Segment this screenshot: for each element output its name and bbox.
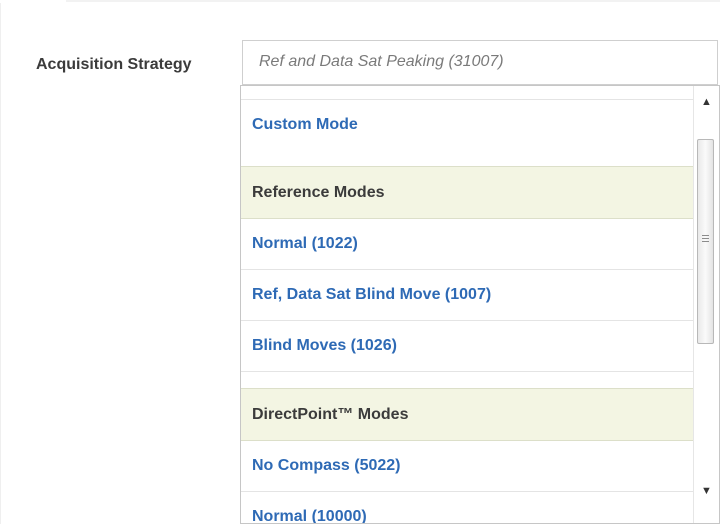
dropdown-list: Custom Mode Reference Modes Normal (1022… [241, 86, 695, 523]
settings-page: Acquisition Strategy Ref and Data Sat Pe… [0, 0, 720, 524]
option-custom-mode[interactable]: Custom Mode [241, 100, 693, 150]
dropdown-scrollbar[interactable]: ▲ ▼ [693, 86, 719, 523]
option-ref-data-sat-blind-move[interactable]: Ref, Data Sat Blind Move (1007) [241, 270, 693, 321]
acquisition-strategy-label: Acquisition Strategy [36, 56, 192, 73]
top-divider [0, 0, 720, 2]
option-normal-10000[interactable]: Normal (10000) [241, 492, 693, 523]
option-normal-1022[interactable]: Normal (1022) [241, 219, 693, 270]
group-header-directpoint-modes: DirectPoint™ Modes [241, 388, 693, 441]
acquisition-strategy-select[interactable]: Ref and Data Sat Peaking (31007) [242, 40, 718, 85]
list-item-clipped[interactable] [241, 86, 693, 100]
group-header-reference-modes: Reference Modes [241, 166, 693, 219]
up-arrow-icon[interactable]: ▲ [694, 92, 719, 112]
acquisition-strategy-dropdown[interactable]: Custom Mode Reference Modes Normal (1022… [240, 85, 720, 524]
down-arrow-icon[interactable]: ▼ [694, 481, 719, 501]
scrollbar-thumb[interactable] [697, 139, 714, 344]
option-blind-moves[interactable]: Blind Moves (1026) [241, 321, 693, 372]
top-divider-gap [0, 0, 66, 3]
acquisition-strategy-value: Ref and Data Sat Peaking (31007) [259, 53, 504, 70]
left-rail [0, 3, 1, 524]
option-no-compass[interactable]: No Compass (5022) [241, 441, 693, 492]
